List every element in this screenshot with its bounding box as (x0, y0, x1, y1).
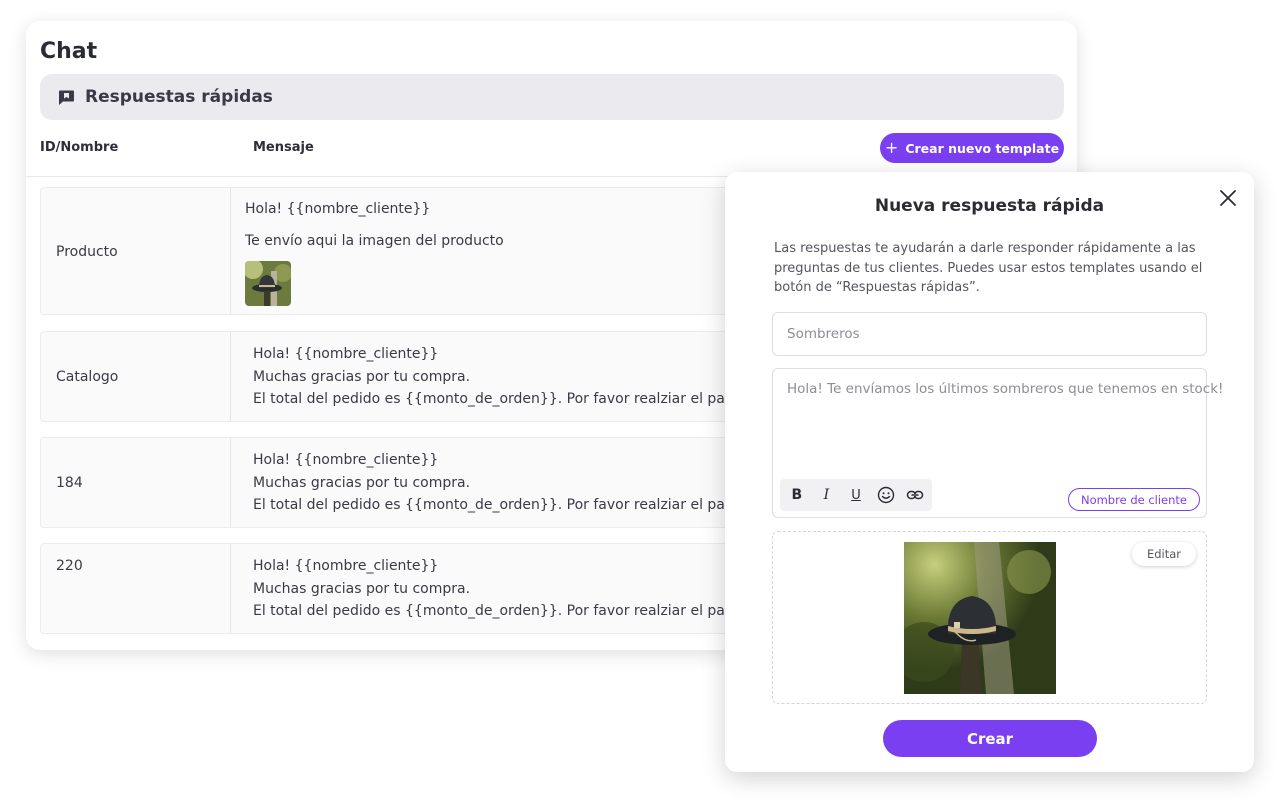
column-separator (230, 188, 231, 314)
row-message-line: El total del pedido es {{monto_de_orden}… (253, 497, 757, 513)
row-name: Catalogo (56, 369, 119, 385)
message-text: Hola! Te envíamos los últimos sombreros … (787, 381, 1224, 397)
row-name: Producto (56, 244, 118, 260)
row-message-line: Te envío aqui la imagen del producto (245, 233, 504, 249)
row-message-line: Hola! {{nombre_cliente}} (253, 346, 439, 362)
row-message-line: Muchas gracias por tu compra. (253, 369, 471, 385)
create-template-button[interactable]: + Crear nuevo template (880, 133, 1064, 163)
row-name: 184 (56, 475, 83, 491)
page-title: Chat (40, 39, 98, 64)
modal-description: Las respuestas te ayudarán a darle respo… (774, 241, 1203, 295)
template-name-input[interactable] (772, 312, 1207, 356)
section-label: Respuestas rápidas (85, 87, 273, 107)
row-message-line: Muchas gracias por tu compra. (253, 581, 471, 597)
product-thumbnail (245, 261, 291, 306)
hat-image-preview (904, 542, 1056, 694)
close-icon[interactable] (1218, 188, 1238, 208)
client-name-variable-button[interactable]: Nombre de cliente (1068, 488, 1200, 511)
column-header-message: Mensaje (253, 140, 314, 155)
row-message-line: El total del pedido es {{monto_de_orden}… (253, 603, 757, 619)
column-separator (230, 438, 231, 527)
column-separator (230, 332, 231, 421)
new-quick-reply-modal: Nueva respuesta rápida Las respuestas te… (725, 172, 1254, 772)
row-name: 220 (56, 558, 83, 574)
section-header: Respuestas rápidas (40, 74, 1064, 120)
message-editor[interactable]: Hola! Te envíamos los últimos sombreros … (772, 368, 1223, 518)
row-message-line: Muchas gracias por tu compra. (253, 475, 471, 491)
message-bookmark-icon (58, 88, 76, 106)
row-message-line: El total del pedido es {{monto_de_orden}… (253, 391, 757, 407)
column-separator (230, 544, 231, 633)
modal-title: Nueva respuesta rápida (874, 196, 1105, 216)
row-message-line: Hola! {{nombre_cliente}} (253, 452, 439, 468)
plus-icon: + (884, 138, 899, 157)
image-upload-area[interactable]: Editar (772, 531, 1207, 704)
format-toolbar: B I U (780, 479, 932, 511)
create-button[interactable]: Crear (883, 720, 1097, 757)
italic-button[interactable]: I (812, 481, 840, 509)
row-message-line: Hola! {{nombre_cliente}} (253, 558, 439, 574)
bold-button[interactable]: B (783, 481, 811, 509)
link-icon[interactable] (901, 481, 929, 509)
column-header-id: ID/Nombre (40, 140, 119, 155)
emoji-icon[interactable] (872, 481, 900, 509)
underline-button[interactable]: U (842, 481, 870, 509)
row-message-line: Hola! {{nombre_cliente}} (245, 201, 431, 217)
create-template-label: Crear nuevo template (905, 140, 1060, 156)
edit-image-button[interactable]: Editar (1132, 542, 1196, 566)
